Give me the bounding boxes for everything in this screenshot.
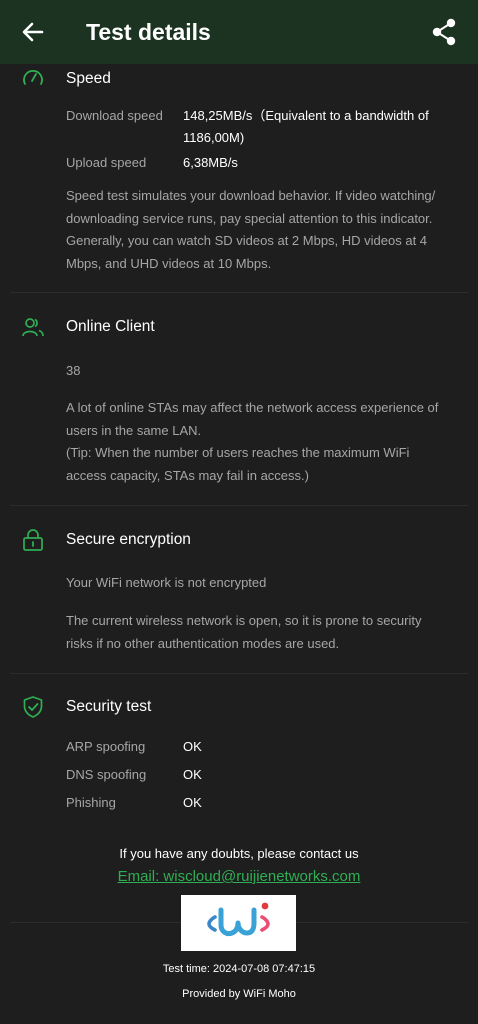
- online-client-desc-line: users in the same LAN.: [66, 422, 202, 438]
- speed-title: Speed: [66, 70, 111, 87]
- gauge-icon: [23, 70, 43, 85]
- speed-desc-line: Speed test simulates your download behav…: [66, 188, 436, 203]
- upload-speed-label: Upload speed: [66, 155, 147, 170]
- divider: [10, 292, 468, 293]
- lock-icon: [23, 529, 43, 551]
- wifi-moho-logo: [181, 895, 296, 951]
- shield-check-icon: [23, 696, 43, 718]
- app-bar: Test details: [0, 0, 478, 64]
- test-time: Test time: 2024-07-08 07:47:15: [162, 963, 316, 975]
- speed-description: Speed test simulates your download behav…: [66, 185, 461, 275]
- encryption-status: Your WiFi network is not encrypted: [66, 575, 267, 590]
- encryption-desc-line: The current wireless network is open, so…: [66, 613, 422, 628]
- download-speed-value: 148,25MB/s（Equivalent to a bandwidth of …: [183, 105, 453, 149]
- phishing-label: Phishing: [66, 795, 116, 810]
- dns-spoofing-value: OK: [183, 767, 202, 782]
- arp-spoofing-value: OK: [183, 739, 202, 754]
- online-client-description: A lot of online STAs may affect the netw…: [66, 397, 461, 487]
- divider: [10, 505, 468, 506]
- page-title: Test details: [86, 19, 211, 45]
- online-client-desc-line: A lot of online STAs may affect the netw…: [66, 400, 439, 415]
- encryption-desc-line: risks if no other authentication modes a…: [66, 635, 340, 651]
- encryption-section-header: Secure encryption: [0, 526, 478, 556]
- divider: [10, 673, 468, 674]
- encryption-title: Secure encryption: [66, 531, 191, 548]
- online-client-desc-line: (Tip: When the number of users reaches t…: [66, 445, 410, 460]
- security-test-title: Security test: [66, 698, 152, 715]
- online-client-title: Online Client: [66, 318, 155, 335]
- dns-spoofing-label: DNS spoofing: [66, 767, 147, 782]
- speed-desc-line: downloading service runs, pay special at…: [66, 210, 433, 226]
- speed-desc-line: Generally, you can watch SD videos at 2 …: [66, 233, 428, 248]
- online-client-count: 38: [66, 363, 81, 378]
- speed-section-header: Speed: [0, 64, 478, 94]
- contact-email-link[interactable]: Email: wiscloud@ruijienetworks.com: [0, 868, 478, 885]
- arp-spoofing-label: ARP spoofing: [66, 739, 146, 754]
- download-speed-label: Download speed: [66, 108, 163, 123]
- logo-mark-icon: [207, 902, 270, 937]
- online-client-section-header: Online Client: [0, 313, 478, 343]
- arrow-left-icon[interactable]: [20, 19, 46, 45]
- users-icon: [22, 318, 44, 337]
- encryption-description: The current wireless network is open, so…: [66, 610, 461, 655]
- contact-text: If you have any doubts, please contact u…: [119, 846, 359, 861]
- provided-by: Provided by WiFi Moho: [182, 988, 296, 1000]
- upload-speed-value: 6,38MB/s: [183, 155, 238, 170]
- share-icon[interactable]: [430, 17, 458, 47]
- security-test-section-header: Security test: [0, 693, 478, 723]
- download-speed-value-line2: 1186,00M): [183, 130, 245, 145]
- download-speed-value-line1: 148,25MB/s（Equivalent to a bandwidth of: [183, 108, 429, 123]
- speed-desc-line: Mbps, and UHD videos at 10 Mbps.: [66, 255, 272, 271]
- phishing-value: OK: [183, 795, 202, 810]
- online-client-desc-line: access capacity, STAs may fail in access…: [66, 467, 309, 483]
